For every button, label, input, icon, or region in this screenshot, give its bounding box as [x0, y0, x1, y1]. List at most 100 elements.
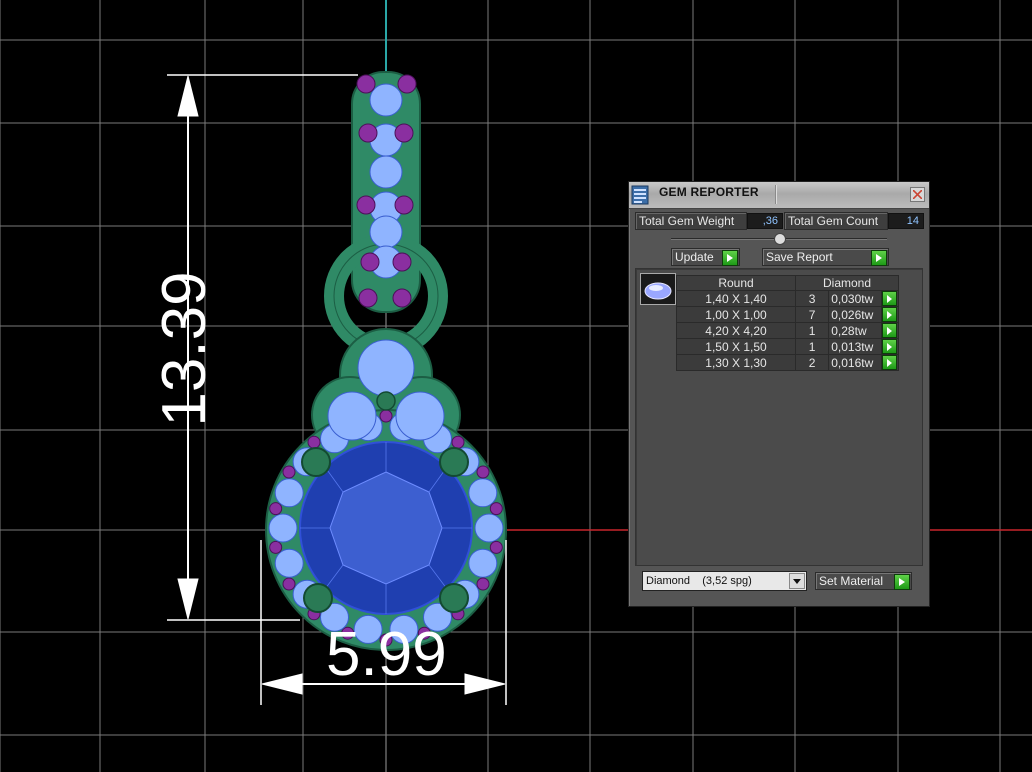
play-arrow-icon[interactable]: [881, 355, 897, 370]
prong-top-right: [439, 447, 469, 477]
slider-handle[interactable]: [774, 233, 786, 245]
play-arrow-icon[interactable]: [881, 339, 897, 354]
set-material-button-label: Set Material: [819, 574, 884, 588]
gem-count-cell: 1: [794, 322, 830, 339]
total-gem-weight-value: ,36: [747, 213, 783, 229]
panel-title: GEM REPORTER: [659, 185, 759, 199]
gem-weight-cell: 0,28tw: [828, 322, 882, 339]
play-arrow-icon: [722, 250, 738, 266]
close-button[interactable]: [910, 187, 925, 202]
accent-prong: [356, 74, 376, 94]
accent-prong: [476, 465, 490, 479]
accent-prong: [394, 123, 414, 143]
gem-weight-cell: 0,030tw: [828, 290, 882, 307]
gem-weight-cell: 0,026tw: [828, 306, 882, 323]
gem-count-cell: 3: [794, 290, 830, 307]
prong-top-left: [301, 447, 331, 477]
table-row[interactable]: 1,30 X 1,30 2 0,016tw: [676, 354, 900, 371]
trefoil-stone-left: [327, 391, 377, 441]
gem-size-cell: 1,30 X 1,30: [676, 354, 796, 371]
chevron-down-icon[interactable]: [789, 573, 805, 589]
accent-prong: [269, 540, 283, 554]
total-gem-count-value: 14: [888, 213, 924, 229]
gem-count-cell: 7: [794, 306, 830, 323]
gem-table: Round Diamond 1,40 X 1,40 3 0,030tw 1,00 X …: [676, 275, 900, 371]
gem-thumbnail[interactable]: [640, 273, 676, 305]
trefoil-stone-top: [357, 339, 415, 397]
accent-prong: [307, 435, 321, 449]
accent-prong: [394, 195, 414, 215]
accent-prong: [356, 195, 376, 215]
accent-prong: [358, 123, 378, 143]
play-arrow-icon[interactable]: [881, 291, 897, 306]
bail-stone: [369, 215, 403, 249]
column-header-material: Diamond: [795, 275, 899, 291]
halo-stone: [268, 513, 298, 543]
accent-prong: [282, 577, 296, 591]
accent-prong: [358, 288, 378, 308]
column-header-shape: Round: [676, 275, 796, 291]
play-arrow-icon[interactable]: [881, 307, 897, 322]
prong-bottom-right: [439, 583, 469, 613]
accent-prong: [489, 502, 503, 516]
accent-prong: [476, 577, 490, 591]
save-report-button-label: Save Report: [766, 250, 833, 264]
play-arrow-icon: [894, 574, 910, 590]
trefoil-prong: [376, 391, 396, 411]
prong-bottom-left: [303, 583, 333, 613]
halo-stone: [274, 478, 304, 508]
trefoil-stone-right: [395, 391, 445, 441]
gem-reporter-app-icon: [631, 185, 649, 205]
update-button[interactable]: Update: [671, 248, 740, 266]
table-row[interactable]: 1,50 X 1,50 1 0,013tw: [676, 338, 900, 355]
row-action-cell[interactable]: [880, 306, 900, 323]
save-report-button[interactable]: Save Report: [762, 248, 889, 266]
gem-size-cell: 1,50 X 1,50: [676, 338, 796, 355]
accent-prong: [489, 540, 503, 554]
row-action-cell[interactable]: [880, 338, 900, 355]
material-select[interactable]: Diamond (3,52 spg): [642, 571, 807, 591]
set-material-button[interactable]: Set Material: [815, 572, 912, 590]
halo-stone: [468, 548, 498, 578]
gem-weight-cell: 0,016tw: [828, 354, 882, 371]
gem-count-cell: 2: [794, 354, 830, 371]
halo-stone: [274, 548, 304, 578]
row-action-cell[interactable]: [880, 354, 900, 371]
gem-count-cell: 1: [794, 338, 830, 355]
total-gem-count-label: Total Gem Count: [784, 212, 888, 230]
accent-prong: [269, 502, 283, 516]
gem-weight-cell: 0,013tw: [828, 338, 882, 355]
table-row[interactable]: 4,20 X 4,20 1 0,28tw: [676, 322, 900, 339]
table-row[interactable]: 1,00 X 1,00 7 0,026tw: [676, 306, 900, 323]
gem-size-cell: 1,00 X 1,00: [676, 306, 796, 323]
pendant-model[interactable]: [265, 71, 507, 651]
total-gem-weight-label: Total Gem Weight: [635, 212, 747, 230]
accent-prong: [282, 465, 296, 479]
dimension-height-label: 13.39: [150, 271, 219, 427]
accent-prong: [392, 252, 412, 272]
gem-reporter-panel[interactable]: GEM REPORTER Total Gem Weight ,36 Total …: [628, 181, 930, 607]
accent-prong: [451, 435, 465, 449]
halo-stone: [474, 513, 504, 543]
titlebar-grip[interactable]: [775, 185, 906, 204]
accent-prong: [379, 409, 393, 423]
row-action-cell[interactable]: [880, 290, 900, 307]
close-icon: [913, 190, 922, 199]
accent-prong: [397, 74, 417, 94]
accent-prong: [360, 252, 380, 272]
play-arrow-icon[interactable]: [881, 323, 897, 338]
update-button-label: Update: [675, 250, 714, 264]
gem-size-cell: 1,40 X 1,40: [676, 290, 796, 307]
panel-titlebar[interactable]: GEM REPORTER: [629, 182, 929, 209]
report-area: Round Diamond 1,40 X 1,40 3 0,030tw 1,00 X …: [635, 268, 923, 566]
accent-prong: [392, 288, 412, 308]
play-arrow-icon: [871, 250, 887, 266]
table-row[interactable]: 1,40 X 1,40 3 0,030tw: [676, 290, 900, 307]
gem-size-cell: 4,20 X 4,20: [676, 322, 796, 339]
material-select-value: Diamond (3,52 spg): [646, 575, 752, 587]
halo-stone: [468, 478, 498, 508]
bail-stone: [369, 83, 403, 117]
dimension-width-label: 5.99: [326, 620, 447, 689]
row-action-cell[interactable]: [880, 322, 900, 339]
bail-stone: [369, 155, 403, 189]
